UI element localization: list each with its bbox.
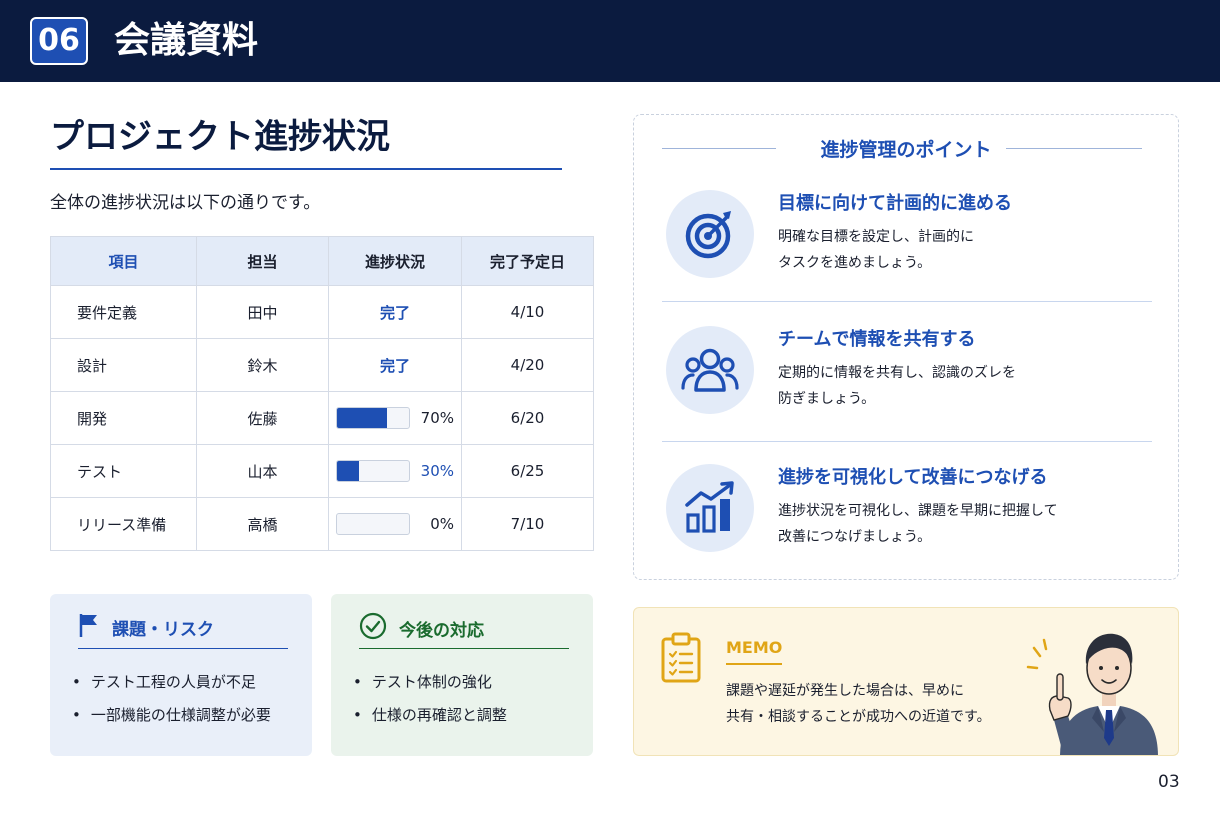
cell-status-progress: 70% xyxy=(328,391,462,445)
cell-due: 6/25 xyxy=(461,444,594,498)
point-description-line: 進捗状況を可視化し、課題を早期に把握して xyxy=(778,503,1058,519)
list-item: テスト工程の人員が不足 xyxy=(72,666,271,699)
memo-text: 課題や遅延が発生した場合は、早めに 共有・相談することが成功への近道です。 xyxy=(726,678,991,730)
point-title: 目標に向けて計画的に進める xyxy=(778,193,1012,214)
memo-label-underline xyxy=(726,663,782,665)
memo-text-line: 課題や遅延が発生した場合は、早めに xyxy=(726,683,964,699)
point-divider xyxy=(662,441,1152,442)
cell-owner: 田中 xyxy=(196,285,329,339)
cell-item: 設計 xyxy=(50,338,197,392)
clipboard-icon xyxy=(660,632,702,688)
table-header-row: 項目 担当 進捗状況 完了予定日 xyxy=(50,236,594,286)
progress-percent: 0% xyxy=(430,515,454,533)
actions-card: 今後の対応 テスト体制の強化 仕様の再確認と調整 xyxy=(331,594,593,756)
cell-owner: 山本 xyxy=(196,444,329,498)
point-description: 定期的に情報を共有し、認識のズレを 防ぎましょう。 xyxy=(778,360,1158,412)
table-row: リリース準備 高橋 0% 7/10 xyxy=(50,497,594,551)
memo-text-line: 共有・相談することが成功への近道です。 xyxy=(726,709,991,725)
progress-bar-fill xyxy=(337,408,388,428)
column-header-status: 進捗状況 xyxy=(328,236,462,286)
progress-bar xyxy=(336,513,410,535)
team-icon xyxy=(666,326,754,414)
flag-icon xyxy=(78,612,100,643)
issues-card-divider xyxy=(78,648,288,649)
table-row: 要件定義 田中 完了 4/10 xyxy=(50,285,594,339)
column-header-due-date: 完了予定日 xyxy=(461,236,594,286)
issues-card: 課題・リスク テスト工程の人員が不足 一部機能の仕様調整が必要 xyxy=(50,594,312,756)
list-item: 仕様の再確認と調整 xyxy=(353,699,507,732)
issues-card-title: 課題・リスク xyxy=(112,620,214,640)
points-head-rule-right xyxy=(1006,148,1142,149)
point-divider xyxy=(662,301,1152,302)
points-panel: 進捗管理のポイント 目標に向けて計画的に進める 明確な目標を設定し、計画的に タ… xyxy=(633,114,1179,580)
section-title: 会議資料 xyxy=(114,20,259,61)
cell-due: 4/20 xyxy=(461,338,594,392)
actions-card-title: 今後の対応 xyxy=(399,621,484,641)
point-description-line: タスクを進めましょう。 xyxy=(778,255,932,271)
point-description: 明確な目標を設定し、計画的に タスクを進めましょう。 xyxy=(778,224,1158,276)
progress-bar xyxy=(336,407,410,429)
cell-status-done: 完了 xyxy=(328,285,462,339)
cell-item: テスト xyxy=(50,444,197,498)
target-icon xyxy=(666,190,754,278)
actions-card-divider xyxy=(359,648,569,649)
point-item: チームで情報を共有する 定期的に情報を共有し、認識のズレを 防ぎましょう。 xyxy=(662,326,1152,456)
point-title: チームで情報を共有する xyxy=(778,329,976,350)
page-number: 03 xyxy=(1158,772,1180,792)
memo-card: MEMO 課題や遅延が発生した場合は、早めに 共有・相談することが成功への近道で… xyxy=(633,607,1179,756)
cell-item: 要件定義 xyxy=(50,285,197,339)
title-underline xyxy=(50,168,562,170)
check-circle-icon xyxy=(359,612,387,645)
memo-label: MEMO xyxy=(726,638,783,657)
column-header-item: 項目 xyxy=(50,236,197,286)
table-row: テスト 山本 30% 6/25 xyxy=(50,444,594,498)
point-title: 進捗を可視化して改善につなげる xyxy=(778,467,1048,488)
issues-list: テスト工程の人員が不足 一部機能の仕様調整が必要 xyxy=(72,666,271,732)
table-row: 設計 鈴木 完了 4/20 xyxy=(50,338,594,392)
cell-owner: 高橋 xyxy=(196,497,329,551)
cell-status-progress: 0% xyxy=(328,497,462,551)
progress-table: 項目 担当 進捗状況 完了予定日 要件定義 田中 完了 4/10 設計 鈴木 完… xyxy=(50,236,594,551)
point-description-line: 改善につなげましょう。 xyxy=(778,529,932,545)
actions-card-header: 今後の対応 xyxy=(359,612,484,645)
progress-bar xyxy=(336,460,410,482)
cell-status-done: 完了 xyxy=(328,338,462,392)
point-item: 進捗を可視化して改善につなげる 進捗状況を可視化し、課題を早期に把握して 改善に… xyxy=(662,464,1152,594)
issues-card-header: 課題・リスク xyxy=(78,612,214,643)
progress-bar-fill xyxy=(337,461,359,481)
businessman-illustration xyxy=(1024,612,1174,755)
point-description-line: 明確な目標を設定し、計画的に xyxy=(778,229,974,245)
list-item: テスト体制の強化 xyxy=(353,666,507,699)
point-description-line: 定期的に情報を共有し、認識のズレを xyxy=(778,365,1016,381)
cell-due: 6/20 xyxy=(461,391,594,445)
intro-text: 全体の進捗状況は以下の通りです。 xyxy=(50,193,321,213)
point-description: 進捗状況を可視化し、課題を早期に把握して 改善につなげましょう。 xyxy=(778,498,1158,550)
cell-due: 4/10 xyxy=(461,285,594,339)
section-number-badge: 06 xyxy=(30,17,88,65)
progress-percent: 70% xyxy=(420,409,454,427)
list-item: 一部機能の仕様調整が必要 xyxy=(72,699,271,732)
cell-item: 開発 xyxy=(50,391,197,445)
growth-chart-icon xyxy=(666,464,754,552)
table-row: 開発 佐藤 70% 6/20 xyxy=(50,391,594,445)
page-title: プロジェクト進捗状況 xyxy=(50,117,390,157)
column-header-owner: 担当 xyxy=(196,236,329,286)
cell-owner: 佐藤 xyxy=(196,391,329,445)
cell-status-progress: 30% xyxy=(328,444,462,498)
progress-percent: 30% xyxy=(420,462,454,480)
cell-due: 7/10 xyxy=(461,497,594,551)
header-bar: 06 会議資料 xyxy=(0,0,1220,82)
cell-owner: 鈴木 xyxy=(196,338,329,392)
actions-list: テスト体制の強化 仕様の再確認と調整 xyxy=(353,666,507,732)
cell-item: リリース準備 xyxy=(50,497,197,551)
point-description-line: 防ぎましょう。 xyxy=(778,391,876,407)
